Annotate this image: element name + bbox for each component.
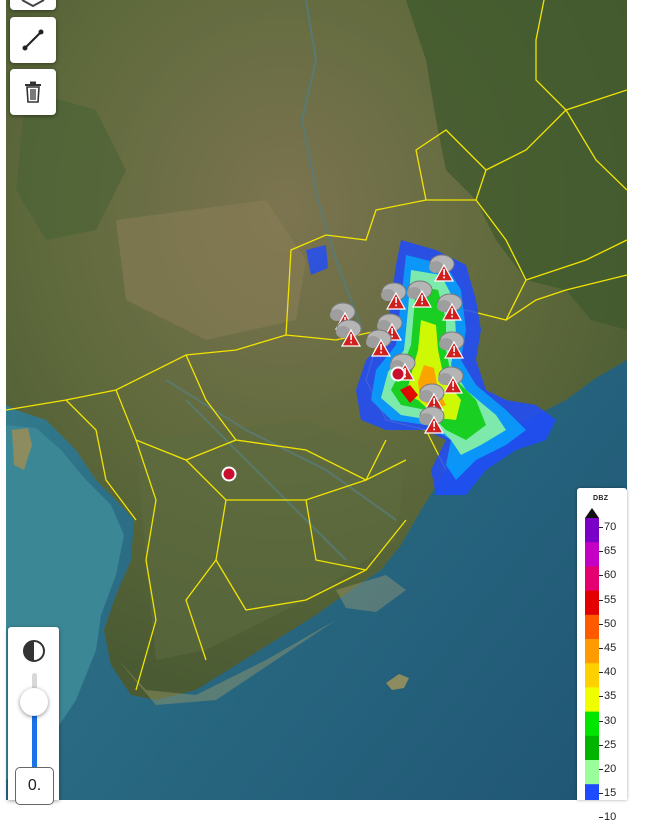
location-marker[interactable] [221,466,237,482]
legend-color-swatch [585,614,599,640]
delete-button[interactable] [10,69,56,115]
layers-icon [21,0,45,8]
legend-tick-label: 60 [598,569,617,582]
legend-tick-label: 15 [598,787,617,800]
opacity-control: 0. [8,627,59,805]
legend-tick-label: 50 [598,617,617,630]
legend-top-arrow [585,508,599,518]
legend-tick-label: 25 [598,738,617,751]
ruler-line-icon [22,29,44,51]
legend-tick-label: 10 [598,811,617,823]
legend-tick-label: 30 [598,714,617,727]
legend-tick-label: 45 [598,642,617,654]
opacity-slider-thumb[interactable] [20,688,48,717]
layers-button[interactable] [10,0,56,10]
location-marker[interactable] [390,366,406,382]
measure-button[interactable] [10,17,56,63]
legend-color-swatch [585,639,599,664]
legend-tick-label: 70 [598,521,617,533]
legend-color-swatch [585,590,599,616]
legend-color-swatch [585,687,599,713]
legend-color-swatch [585,542,599,567]
dbz-color-bar [585,508,599,800]
legend-tick-label: 40 [598,666,617,679]
legend-color-swatch [585,760,599,785]
legend-tick-label: 35 [598,690,617,703]
legend-tick-label: 65 [598,545,617,558]
legend-color-swatch [585,784,599,800]
trash-icon [25,81,41,103]
opacity-value-input[interactable]: 0. [15,767,54,805]
legend-unit-label: DBZ [593,495,609,502]
dbz-legend: DBZ 70 65 60 55 50 45 40 35 30 25 20 15 10 [577,488,627,823]
legend-color-swatch [585,711,599,737]
legend-tick-label: 55 [598,593,617,606]
legend-color-swatch [585,566,599,592]
satellite-map[interactable] [6,0,627,800]
contrast-icon[interactable] [22,639,46,663]
map-canvas [6,0,627,800]
legend-color-swatch [585,663,599,688]
legend-tick-label: 20 [598,763,617,775]
legend-color-swatch [585,735,599,761]
legend-color-swatch [585,518,599,543]
